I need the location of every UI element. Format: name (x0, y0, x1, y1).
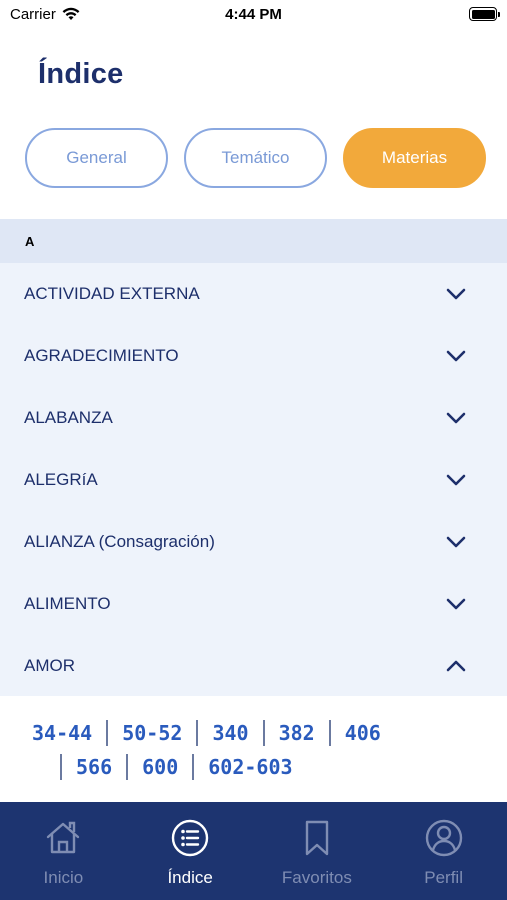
list-item-label: ALABANZA (24, 408, 113, 427)
bookmark-icon (305, 820, 329, 856)
list-item-label: ALIMENTO (24, 594, 111, 613)
chevron-down-icon (446, 288, 466, 300)
tab-materias[interactable]: Materias (343, 128, 486, 188)
separator (60, 754, 62, 780)
index-tabs: General Temático Materias (25, 128, 486, 188)
reference-link[interactable]: 340 (212, 721, 248, 745)
chevron-down-icon (446, 474, 466, 486)
page-title: Índice (38, 58, 124, 90)
chevron-up-icon (446, 660, 466, 672)
list-item-actividad-externa[interactable]: ACTIVIDAD EXTERNA (0, 263, 507, 325)
nav-inicio[interactable]: Inicio (0, 802, 127, 900)
chevron-down-icon (446, 412, 466, 424)
separator (106, 720, 109, 746)
nav-label: Índice (167, 868, 213, 887)
reference-link[interactable]: 600 (142, 755, 178, 779)
list-item-label: ALIANZA (Consagración) (24, 532, 215, 551)
list-item-agradecimiento[interactable]: AGRADECIMIENTO (0, 325, 507, 387)
reference-link[interactable]: 382 (279, 721, 315, 745)
list-item-amor[interactable]: AMOR (0, 635, 507, 697)
status-left: Carrier (10, 6, 80, 23)
list-item-label: AMOR (24, 656, 75, 675)
reference-row: 566 600 602-603 (32, 750, 507, 784)
separator (328, 720, 331, 746)
list-item-alimento[interactable]: ALIMENTO (0, 573, 507, 635)
chevron-down-icon (446, 536, 466, 548)
home-icon (47, 821, 80, 854)
separator (126, 754, 129, 780)
list-item-label: AGRADECIMIENTO (24, 346, 179, 365)
reference-link[interactable]: 34-44 (32, 721, 92, 745)
reference-row: 34-44 50-52 340 382 406 (32, 716, 507, 750)
list-icon (171, 819, 209, 857)
separator (192, 754, 195, 780)
nav-label: Perfil (424, 868, 463, 887)
list-item-label: ACTIVIDAD EXTERNA (24, 284, 200, 303)
reference-link[interactable]: 50-52 (122, 721, 182, 745)
section-header-letter: A (0, 219, 507, 263)
list-item-alabanza[interactable]: ALABANZA (0, 387, 507, 449)
chevron-down-icon (446, 598, 466, 610)
expanded-references: 34-44 50-52 340 382 406 566 600 602-603 (0, 696, 507, 802)
battery-icon (469, 7, 500, 21)
wifi-icon (62, 7, 80, 20)
list-item-label: ALEGRíA (24, 470, 98, 489)
profile-icon (425, 819, 462, 857)
nav-favoritos[interactable]: Favoritos (254, 802, 381, 900)
tab-tematico[interactable]: Temático (184, 128, 327, 188)
reference-link[interactable]: 406 (345, 721, 381, 745)
carrier-label: Carrier (10, 5, 56, 23)
separator (196, 720, 199, 746)
reference-link[interactable]: 566 (76, 755, 112, 779)
nav-label: Inicio (43, 868, 84, 887)
nav-label: Favoritos (281, 868, 352, 887)
nav-perfil[interactable]: Perfil (380, 802, 507, 900)
status-bar: Carrier 4:44 PM (0, 0, 507, 28)
list-item-alegria[interactable]: ALEGRíA (0, 449, 507, 511)
subject-list: ACTIVIDAD EXTERNA AGRADECIMIENTO ALABANZ… (0, 263, 507, 697)
bottom-nav: Inicio Índice Favoritos Perfil (0, 802, 507, 900)
nav-indice[interactable]: Índice (127, 802, 254, 900)
tab-general[interactable]: General (25, 128, 168, 188)
separator (262, 720, 265, 746)
list-item-alianza[interactable]: ALIANZA (Consagración) (0, 511, 507, 573)
reference-link[interactable]: 602-603 (208, 755, 292, 779)
chevron-down-icon (446, 350, 466, 362)
